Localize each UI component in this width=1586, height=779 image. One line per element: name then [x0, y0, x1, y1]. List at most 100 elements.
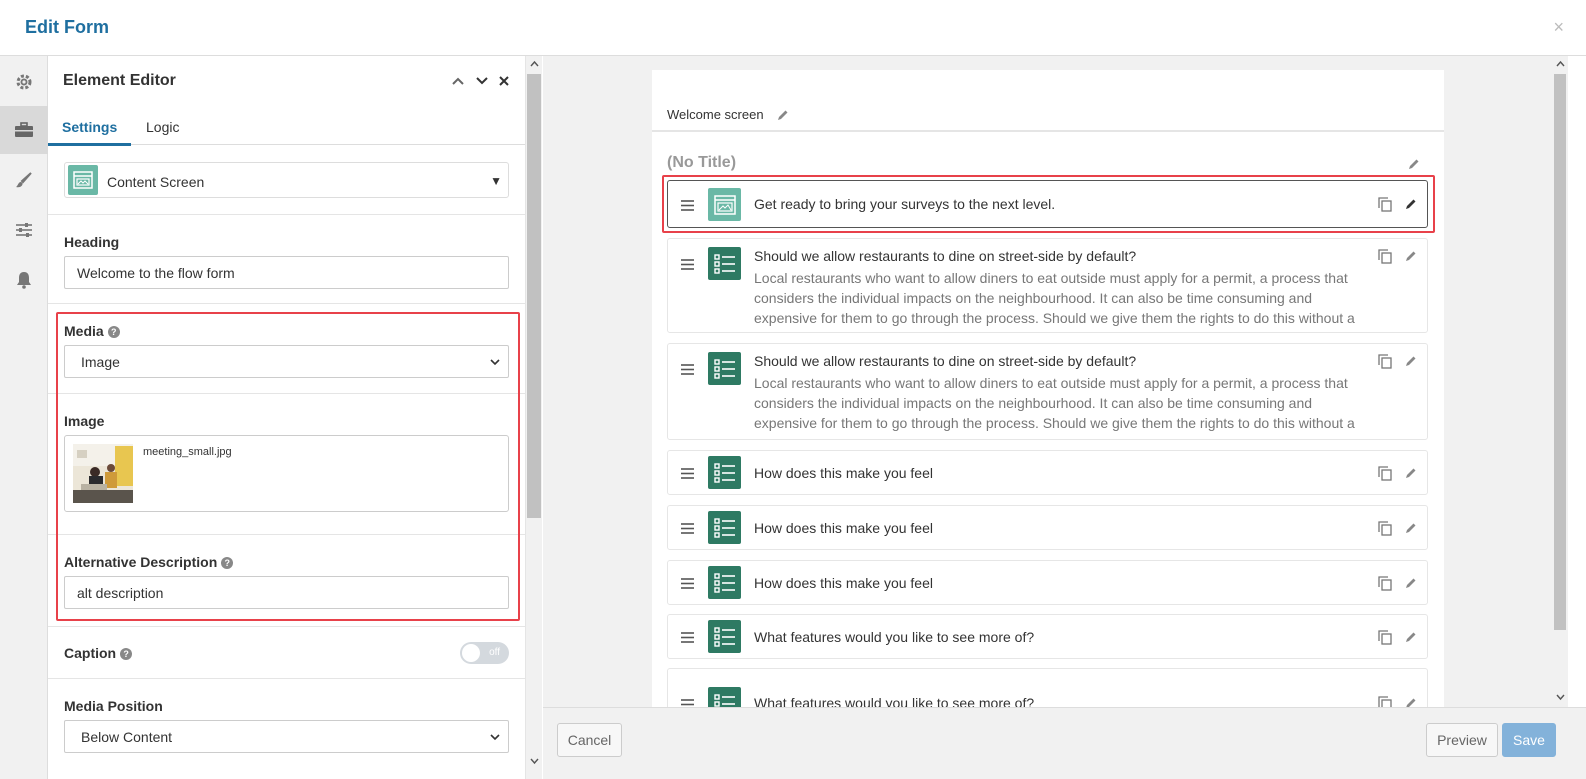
element-title: How does this make you feel — [754, 465, 933, 481]
form-element-row[interactable]: What features would you like to see more… — [667, 668, 1428, 707]
element-type-select[interactable]: Content Screen ▼ — [64, 162, 509, 198]
element-title: What features would you like to see more… — [754, 629, 1035, 645]
question-list-icon — [708, 247, 741, 280]
question-list-icon — [708, 620, 741, 653]
top-bar: Edit Form × — [0, 0, 1586, 56]
canvas-scrollbar[interactable] — [1552, 56, 1568, 707]
form-element-row[interactable]: How does this make you feel — [667, 560, 1428, 605]
form-card: Welcome screen (No Title) Get ready to b… — [652, 70, 1444, 707]
drag-handle-icon[interactable] — [681, 257, 694, 273]
element-description: Local restaurants who want to allow dine… — [754, 375, 1355, 437]
form-element-row[interactable]: Should we allow restaurants to dine on s… — [667, 238, 1428, 333]
drag-handle-icon[interactable] — [681, 697, 694, 707]
pencil-icon[interactable] — [1405, 249, 1417, 265]
element-title: What features would you like to see more… — [754, 695, 1035, 707]
element-title: How does this make you feel — [754, 575, 933, 591]
save-button[interactable]: Save — [1502, 723, 1556, 757]
media-position-label: Media Position — [64, 698, 163, 714]
toolbox-icon — [15, 122, 33, 137]
highlight-box-media — [56, 312, 520, 621]
toggle-state: off — [489, 647, 500, 658]
bell-icon — [17, 272, 31, 289]
heading-label: Heading — [64, 234, 120, 250]
pencil-icon[interactable] — [1405, 521, 1417, 537]
element-title: How does this make you feel — [754, 520, 933, 536]
drag-handle-icon[interactable] — [681, 362, 694, 378]
sidebar-elements[interactable] — [0, 106, 48, 154]
media-position-select[interactable]: Below Content — [64, 720, 509, 753]
scroll-up-icon[interactable] — [530, 60, 539, 68]
element-type-label: Content Screen — [107, 174, 205, 190]
caption-toggle[interactable]: off — [460, 642, 509, 664]
editor-tabs: Settings Logic — [48, 111, 525, 146]
scrollbar-thumb[interactable] — [527, 74, 541, 518]
scroll-down-icon[interactable] — [530, 757, 539, 765]
heading-input[interactable]: Welcome to the flow form — [64, 256, 509, 289]
question-list-icon — [708, 566, 741, 599]
help-icon[interactable]: ? — [120, 648, 133, 660]
scrollbar-thumb[interactable] — [1554, 74, 1566, 630]
pencil-icon[interactable] — [777, 109, 789, 121]
copy-icon[interactable] — [1378, 354, 1392, 372]
media-position-value: Below Content — [81, 728, 173, 745]
pencil-icon[interactable] — [1405, 354, 1417, 370]
brush-icon — [16, 172, 32, 188]
copy-icon[interactable] — [1378, 249, 1392, 267]
close-icon[interactable]: × — [1553, 18, 1564, 36]
copy-icon[interactable] — [1378, 576, 1392, 594]
pencil-icon[interactable] — [1408, 158, 1420, 170]
form-element-row[interactable]: Should we allow restaurants to dine on s… — [667, 343, 1428, 440]
pencil-icon[interactable] — [1405, 466, 1417, 482]
page-title: Edit Form — [25, 17, 109, 37]
chevron-up-icon[interactable] — [451, 76, 465, 86]
question-list-icon — [708, 687, 741, 707]
welcome-screen-label: Welcome screen — [667, 107, 789, 122]
footer-bar: Cancel Preview Save — [543, 707, 1586, 779]
question-list-icon — [708, 456, 741, 489]
highlight-box-selected-element — [662, 175, 1435, 233]
pencil-icon[interactable] — [1405, 576, 1417, 592]
drag-handle-icon[interactable] — [681, 576, 694, 592]
element-editor-panel: Element Editor Settings Logic Content Sc… — [48, 56, 525, 779]
scroll-down-icon[interactable] — [1556, 693, 1565, 701]
panel-title: Element Editor — [63, 72, 176, 89]
chevron-down-icon — [490, 734, 500, 741]
caption-label: Caption? — [64, 645, 133, 661]
icon-sidebar — [0, 56, 48, 779]
element-title: Should we allow restaurants to dine on s… — [754, 353, 1137, 369]
drag-handle-icon[interactable] — [681, 521, 694, 537]
sidebar-design[interactable] — [0, 156, 48, 204]
cancel-button[interactable]: Cancel — [557, 723, 622, 757]
pencil-icon[interactable] — [1405, 630, 1417, 646]
close-icon[interactable] — [499, 76, 509, 86]
sidebar-customize[interactable] — [0, 206, 48, 254]
sidebar-notifications[interactable] — [0, 256, 48, 304]
editor-scrollbar[interactable] — [525, 56, 542, 779]
form-element-row[interactable]: What features would you like to see more… — [667, 614, 1428, 659]
tab-settings[interactable]: Settings — [48, 119, 132, 146]
tab-logic[interactable]: Logic — [146, 119, 179, 135]
copy-icon[interactable] — [1378, 521, 1392, 539]
question-list-icon — [708, 352, 741, 385]
element-title: Should we allow restaurants to dine on s… — [754, 248, 1137, 264]
gear-icon — [16, 74, 32, 90]
chevron-down-icon[interactable] — [475, 76, 489, 86]
content-screen-icon — [68, 165, 98, 195]
question-list-icon — [708, 511, 741, 544]
sidebar-settings[interactable] — [0, 58, 48, 106]
copy-icon[interactable] — [1378, 466, 1392, 484]
sliders-icon — [16, 223, 32, 237]
preview-button[interactable]: Preview — [1426, 723, 1498, 757]
copy-icon[interactable] — [1378, 696, 1392, 707]
element-description: Local restaurants who want to allow dine… — [754, 270, 1355, 326]
section-title: (No Title) — [667, 154, 737, 171]
pencil-icon[interactable] — [1405, 696, 1417, 707]
form-element-row[interactable]: How does this make you feel — [667, 505, 1428, 550]
scroll-up-icon[interactable] — [1556, 60, 1565, 68]
form-canvas: Welcome screen (No Title) Get ready to b… — [543, 56, 1552, 707]
caret-down-icon: ▼ — [490, 174, 502, 188]
drag-handle-icon[interactable] — [681, 466, 694, 482]
drag-handle-icon[interactable] — [681, 630, 694, 646]
form-element-row[interactable]: How does this make you feel — [667, 450, 1428, 495]
copy-icon[interactable] — [1378, 630, 1392, 648]
